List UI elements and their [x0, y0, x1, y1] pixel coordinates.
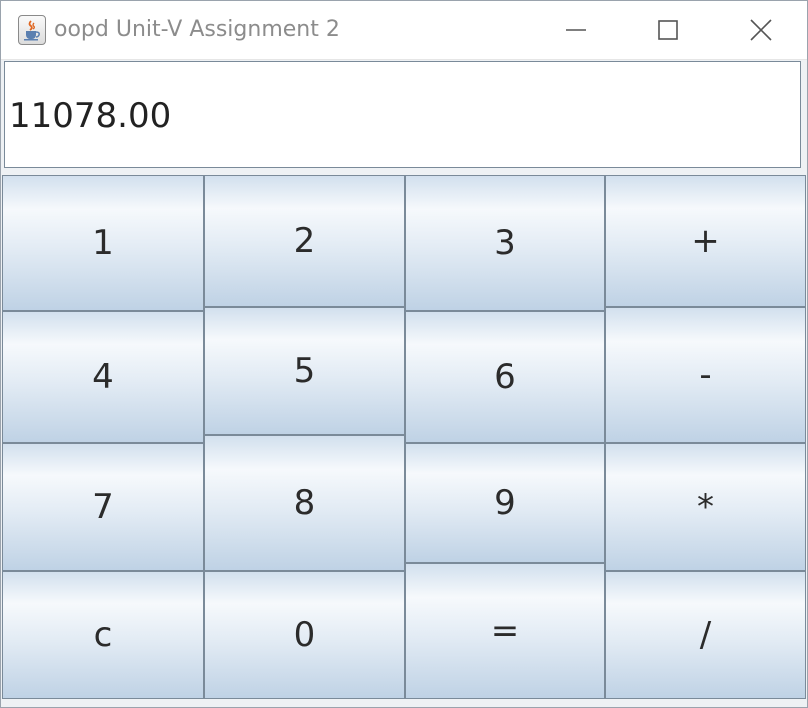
- key-plus[interactable]: +: [605, 175, 806, 307]
- key-7[interactable]: 7: [2, 443, 204, 571]
- close-icon: [750, 19, 772, 41]
- app-window: oopd Unit-V Assignment 2 11078.00 1 2 3 …: [0, 0, 808, 708]
- window-title: oopd Unit-V Assignment 2: [54, 17, 340, 42]
- minimize-button[interactable]: [531, 1, 621, 59]
- title-bar[interactable]: oopd Unit-V Assignment 2: [1, 1, 807, 60]
- maximize-button[interactable]: [623, 1, 713, 59]
- key-3[interactable]: 3: [405, 175, 605, 311]
- key-9[interactable]: 9: [405, 443, 605, 563]
- maximize-icon: [658, 20, 678, 40]
- key-0[interactable]: 0: [204, 571, 405, 699]
- display-value: 11078.00: [9, 96, 172, 136]
- key-1[interactable]: 1: [2, 175, 204, 311]
- java-cup-icon[interactable]: [18, 15, 46, 45]
- key-equals[interactable]: =: [405, 563, 605, 699]
- key-multiply[interactable]: *: [605, 443, 806, 571]
- key-8[interactable]: 8: [204, 435, 405, 571]
- key-clear[interactable]: c: [2, 571, 204, 699]
- key-6[interactable]: 6: [405, 311, 605, 443]
- close-button[interactable]: [716, 1, 806, 59]
- key-4[interactable]: 4: [2, 311, 204, 443]
- key-2[interactable]: 2: [204, 175, 405, 307]
- key-minus[interactable]: -: [605, 307, 806, 443]
- key-5[interactable]: 5: [204, 307, 405, 435]
- key-divide[interactable]: /: [605, 571, 806, 699]
- minimize-icon: [566, 29, 586, 31]
- calculator-display[interactable]: 11078.00: [4, 61, 801, 168]
